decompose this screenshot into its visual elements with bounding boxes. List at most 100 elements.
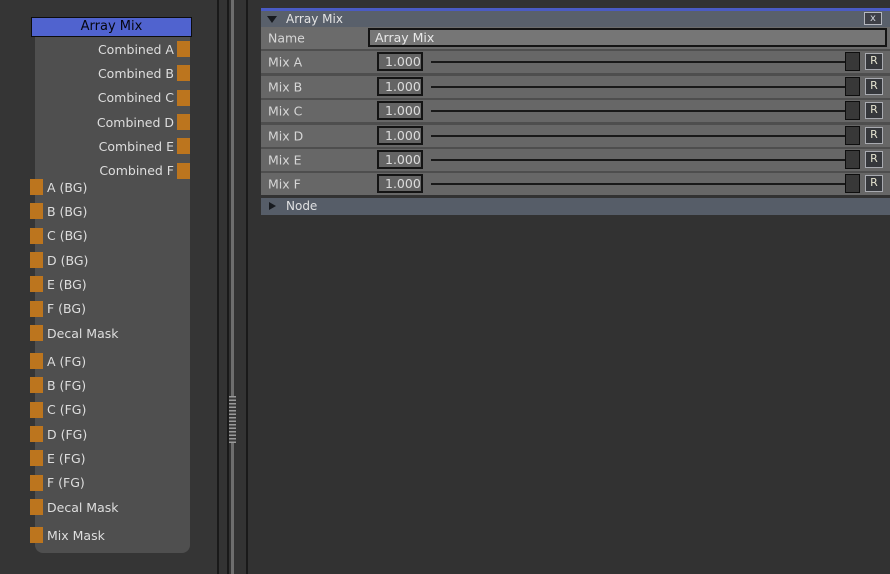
input-port-row: C (BG) [30,224,190,248]
output-port-icon[interactable] [177,138,190,154]
slider-label: Mix D [268,128,303,143]
pane-border-line [227,0,229,574]
slider-track[interactable] [431,159,860,161]
port-label: F (BG) [47,301,86,316]
input-port-icon[interactable] [30,450,43,466]
parameters-panel-header[interactable]: Array Mix x [261,11,890,27]
slider-parameter-row: Mix A 1.000 R [261,51,890,73]
node-header[interactable]: Array Mix [31,17,192,37]
input-port-row: B (BG) [30,199,190,223]
input-port-icon[interactable] [30,475,43,491]
splitter-grip-icon[interactable] [229,396,236,443]
slider-track[interactable] [431,135,860,137]
port-label: Combined C [98,90,174,105]
input-port-icon[interactable] [30,179,43,195]
close-button[interactable]: x [864,12,882,25]
name-parameter-row: Name [261,27,890,49]
node-input-ports-bg: A (BG) B (BG) C (BG) D (BG) E (BG) [30,175,190,345]
slider-label: Mix A [268,55,302,70]
slider-track[interactable] [431,183,860,185]
slider-handle[interactable] [845,52,860,71]
chevron-down-icon[interactable] [267,16,277,23]
app-root: { "node_graph": { "node": { "title": "Ar… [0,0,890,574]
output-port-row: Combined D [35,110,190,134]
output-port-row: Combined C [35,86,190,110]
input-port-row: Decal Mask [30,321,190,345]
input-port-icon[interactable] [30,203,43,219]
reset-button[interactable]: R [865,102,883,119]
output-port-icon[interactable] [177,65,190,81]
port-label: Combined D [97,115,174,130]
input-port-icon[interactable] [30,426,43,442]
slider-value-field[interactable]: 1.000 [377,101,423,120]
input-port-icon[interactable] [30,301,43,317]
reset-button[interactable]: R [865,78,883,95]
slider-value-field[interactable]: 1.000 [377,174,423,193]
slider-label: Mix E [268,152,302,167]
slider-value-field[interactable]: 1.000 [377,126,423,145]
slider-rows: Mix A 1.000 R Mix B 1.000 R Mix C 1. [261,51,890,195]
chevron-right-icon[interactable] [269,202,276,210]
input-port-icon[interactable] [30,325,43,341]
input-port-row: C (FG) [30,398,190,422]
parameters-panel-title: Array Mix [286,12,343,26]
input-port-icon[interactable] [30,228,43,244]
input-port-row: A (FG) [30,349,190,373]
input-port-row: F (BG) [30,297,190,321]
input-port-row: E (BG) [30,272,190,296]
input-port-row: E (FG) [30,446,190,470]
node-section-header[interactable]: Node [261,198,890,215]
name-input[interactable] [368,28,887,47]
input-port-icon[interactable] [30,252,43,268]
slider-track[interactable] [431,86,860,88]
reset-button[interactable]: R [865,151,883,168]
node-output-ports: Combined A Combined B Combined C Combine… [35,37,190,183]
port-label: Mix Mask [47,528,105,543]
slider-handle[interactable] [845,77,860,96]
slider-handle[interactable] [845,126,860,145]
reset-button[interactable]: R [865,175,883,192]
node-graph-pane[interactable]: Array Mix Combined A Combined B Combined… [0,0,217,574]
slider-label: Mix C [268,104,302,119]
port-label: Combined B [98,66,174,81]
port-label: B (FG) [47,378,86,393]
output-port-icon[interactable] [177,114,190,130]
input-port-row: B (FG) [30,373,190,397]
port-label: A (FG) [47,354,86,369]
slider-handle[interactable] [845,150,860,169]
slider-parameter-row: Mix E 1.000 R [261,149,890,171]
port-label: C (FG) [47,402,86,417]
output-port-icon[interactable] [177,90,190,106]
slider-label: Mix F [268,177,301,192]
port-label: Decal Mask [47,500,119,515]
slider-value-field[interactable]: 1.000 [377,52,423,71]
output-port-row: Combined E [35,134,190,158]
slider-parameter-row: Mix C 1.000 R [261,100,890,122]
pane-border-line [217,0,219,574]
input-port-icon[interactable] [30,499,43,515]
input-port-icon[interactable] [30,402,43,418]
slider-value-field[interactable]: 1.000 [377,150,423,169]
slider-handle[interactable] [845,101,860,120]
pane-splitter[interactable] [231,0,234,574]
output-port-icon[interactable] [177,41,190,57]
input-port-icon[interactable] [30,377,43,393]
node-input-ports-fg: A (FG) B (FG) C (FG) D (FG) E (FG) [30,349,190,519]
port-label: D (BG) [47,253,88,268]
slider-track[interactable] [431,110,860,112]
slider-value-field[interactable]: 1.000 [377,77,423,96]
input-port-icon[interactable] [30,276,43,292]
input-port-row: D (FG) [30,422,190,446]
port-label: Combined A [98,42,174,57]
input-port-row: D (BG) [30,248,190,272]
reset-button[interactable]: R [865,53,883,70]
port-label: B (BG) [47,204,87,219]
slider-track[interactable] [431,61,860,63]
port-label: E (FG) [47,451,86,466]
slider-handle[interactable] [845,174,860,193]
output-port-row: Combined B [35,61,190,85]
input-port-icon[interactable] [30,527,43,543]
input-port-icon[interactable] [30,353,43,369]
reset-button[interactable]: R [865,127,883,144]
port-label: E (BG) [47,277,87,292]
